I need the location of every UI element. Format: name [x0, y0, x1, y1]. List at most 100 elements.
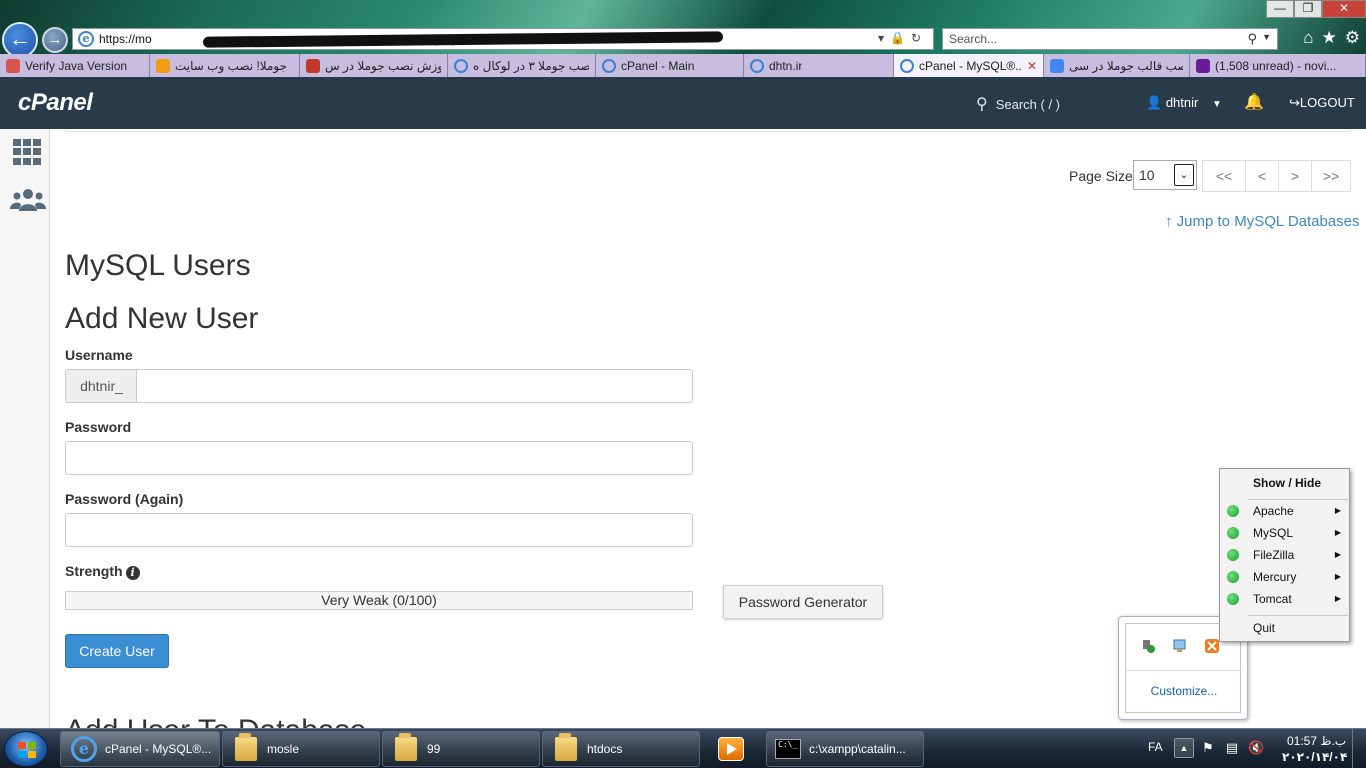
forward-button[interactable]: →: [42, 27, 68, 53]
cpanel-sidebar: [0, 129, 50, 729]
password-input[interactable]: [65, 441, 693, 475]
search-dropdown-icon[interactable]: ▼: [1262, 32, 1271, 42]
search-icon[interactable]: ⚲: [1247, 31, 1257, 47]
usb-safely-remove-icon[interactable]: [1140, 638, 1156, 654]
browser-tab[interactable]: آموزش نصب جوملا در س...: [300, 54, 448, 77]
lock-icon[interactable]: 🔒: [890, 31, 911, 45]
page-title: MySQL Users: [65, 249, 251, 282]
taskbar-item-htdocs[interactable]: htdocs: [542, 731, 700, 767]
password-again-input[interactable]: [65, 513, 693, 547]
page-size-select[interactable]: 10 ⌄: [1133, 160, 1197, 190]
username-label: Username: [65, 347, 133, 363]
address-tools: ▾🔒↻: [878, 31, 927, 45]
tray-divider: [1126, 670, 1242, 671]
browser-tab[interactable]: نصب جوملا ۳ در لوکال ه...: [448, 54, 596, 77]
ie-icon: [750, 58, 764, 73]
network-monitor-icon[interactable]: [1172, 638, 1188, 654]
quit-label: Quit: [1253, 621, 1276, 635]
jump-to-databases-link[interactable]: ↑ Jump to MySQL Databases: [1165, 213, 1360, 230]
customize-tray-link[interactable]: Customize...: [1126, 684, 1242, 698]
quit-menu-item[interactable]: Quit: [1220, 617, 1349, 639]
home-icon[interactable]: ⌂: [1303, 28, 1313, 48]
media-player-icon[interactable]: [718, 737, 744, 761]
username-input[interactable]: [136, 369, 693, 403]
tab-label: نصب قالب جوملا در سی...: [1069, 58, 1183, 73]
browser-tab[interactable]: جوملا! نصب وب سایت: [150, 54, 300, 77]
service-menu-item[interactable]: Mercury ▶: [1220, 566, 1349, 588]
users-icon[interactable]: [10, 187, 46, 213]
browser-tab[interactable]: نصب قالب جوملا در سی...: [1044, 54, 1190, 77]
password-generator-button[interactable]: Password Generator: [723, 585, 883, 619]
status-running-icon: [1227, 593, 1239, 605]
ie-page-icon: e: [78, 31, 94, 47]
cpanel-logo[interactable]: cPanel: [18, 89, 93, 117]
taskbar-item-mosle[interactable]: mosle: [222, 731, 380, 767]
taskbar-item-label: c:\xampp\catalin...: [809, 742, 906, 756]
apps-grid-icon[interactable]: [13, 139, 42, 165]
user-menu[interactable]: 👤 dhtnir ▼: [1146, 95, 1222, 111]
taskbar-item-cmd[interactable]: C:\_ c:\xampp\catalin...: [766, 731, 924, 767]
cpanel-search[interactable]: ⚲ Search ( / ): [976, 94, 1060, 114]
xampp-control-icon[interactable]: [1204, 638, 1220, 654]
show-hide-menu-item[interactable]: Show / Hide: [1220, 472, 1349, 494]
pager-next-button[interactable]: >: [1278, 160, 1312, 192]
java-icon: [6, 58, 20, 73]
browser-tab[interactable]: dhtn.ir: [744, 54, 894, 77]
close-tab-icon[interactable]: ✕: [1027, 59, 1037, 73]
logout-button[interactable]: ↪LOGOUT: [1289, 95, 1355, 111]
ie-icon: [454, 58, 468, 73]
search-icon: ⚲: [976, 96, 988, 113]
service-label: Apache: [1253, 504, 1294, 518]
service-menu-item[interactable]: FileZilla ▶: [1220, 544, 1349, 566]
settings-gear-icon[interactable]: ⚙: [1345, 28, 1360, 48]
browser-toolbar-icons: ⌂ ★ ⚙: [1303, 28, 1360, 48]
ie-icon: e: [71, 736, 97, 762]
back-button[interactable]: ←: [2, 22, 38, 58]
close-window-button[interactable]: ✕: [1322, 0, 1366, 18]
start-button[interactable]: [4, 731, 48, 767]
username-prefix: dhtnir_: [65, 369, 137, 403]
tray-overflow-icons: [1140, 638, 1220, 654]
service-menu-item[interactable]: MySQL ▶: [1220, 522, 1349, 544]
pager-first-button[interactable]: <<: [1202, 160, 1246, 192]
clock-time[interactable]: 01:57 ب.ظ: [1287, 734, 1346, 748]
browser-tab[interactable]: cPanel - Main: [596, 54, 744, 77]
browser-tab[interactable]: Verify Java Version: [0, 54, 150, 77]
service-menu-item[interactable]: Apache ▶: [1220, 500, 1349, 522]
browser-tab[interactable]: (1,508 unread) - novi...: [1190, 54, 1366, 77]
maximize-button[interactable]: ❐: [1294, 0, 1322, 18]
ie-icon: [900, 58, 914, 73]
language-indicator[interactable]: FA: [1148, 740, 1163, 754]
tab-label: cPanel - Main: [621, 58, 695, 73]
mail-icon: [1196, 58, 1210, 73]
pager-prev-button[interactable]: <: [1245, 160, 1279, 192]
address-bar[interactable]: e https://mo mysqldbs ▾🔒↻: [72, 28, 934, 50]
taskbar-item-browser[interactable]: e cPanel - MySQL®...: [60, 731, 220, 767]
dropdown-icon[interactable]: ▾: [878, 31, 890, 45]
logout-icon: ↪: [1289, 95, 1300, 110]
browser-search-box[interactable]: Search... ⚲ ▼: [942, 28, 1278, 50]
service-menu-item[interactable]: Tomcat ▶: [1220, 588, 1349, 610]
browser-tab[interactable]: cPanel - MySQL®... ✕: [894, 54, 1044, 77]
notifications-bell-icon[interactable]: 🔔: [1244, 92, 1264, 112]
windows-taskbar: e cPanel - MySQL®... mosle 99 htdocs C:\…: [0, 728, 1366, 768]
favorites-star-icon[interactable]: ★: [1322, 28, 1337, 48]
tab-label: (1,508 unread) - novi...: [1215, 58, 1337, 73]
refresh-icon[interactable]: ↻: [911, 31, 927, 45]
menu-separator: [1248, 615, 1348, 616]
chevron-down-icon: ⌄: [1174, 164, 1194, 186]
create-user-button[interactable]: Create User: [65, 634, 169, 668]
network-icon[interactable]: ▤: [1224, 740, 1240, 756]
section-title: Add New User: [65, 302, 259, 335]
action-center-flag-icon[interactable]: ⚑: [1200, 740, 1216, 756]
status-running-icon: [1227, 571, 1239, 583]
show-desktop-button[interactable]: [1352, 729, 1366, 768]
pager-last-button[interactable]: >>: [1311, 160, 1351, 192]
info-icon[interactable]: i: [125, 566, 140, 580]
clock-date[interactable]: ۲۰۲۰/۱۴/۰۴: [1282, 750, 1347, 764]
taskbar-item-99[interactable]: 99: [382, 731, 540, 767]
taskbar-item-label: 99: [427, 742, 441, 756]
volume-muted-icon[interactable]: 🔇: [1248, 740, 1264, 756]
show-hidden-icons-button[interactable]: ▲: [1174, 738, 1194, 758]
minimize-button[interactable]: —: [1266, 0, 1294, 18]
